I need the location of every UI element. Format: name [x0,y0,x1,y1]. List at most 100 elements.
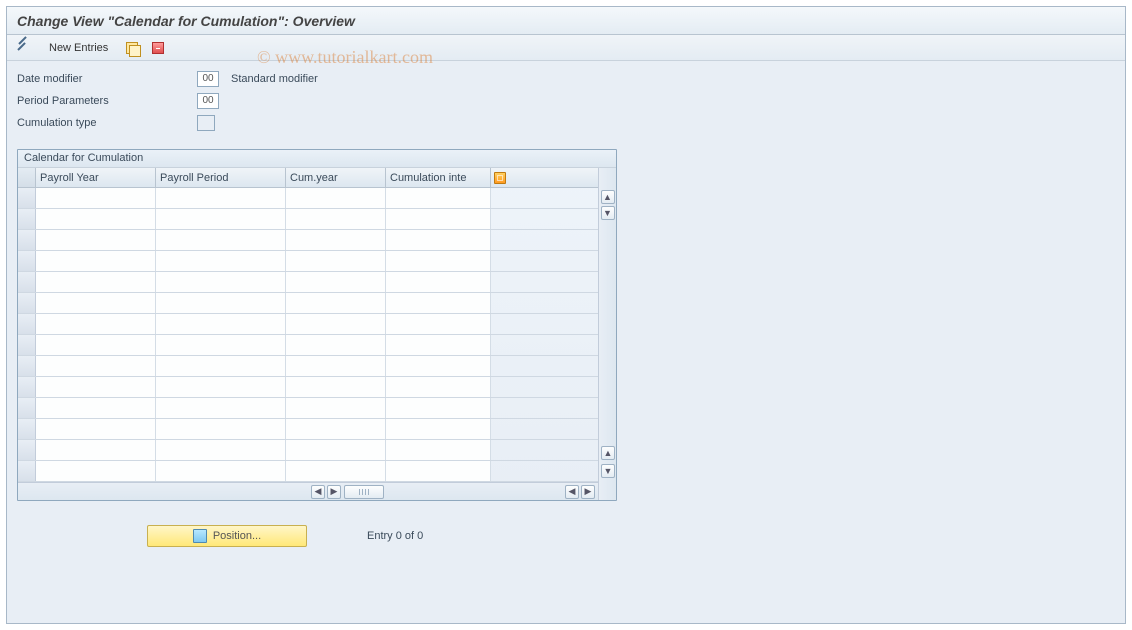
cell[interactable] [386,188,491,208]
cell[interactable] [386,440,491,460]
cell[interactable] [286,209,386,229]
table-row[interactable] [18,293,598,314]
cell[interactable] [286,398,386,418]
row-selector[interactable] [18,251,36,271]
cell[interactable] [36,419,156,439]
table-row[interactable] [18,251,598,272]
position-button[interactable]: Position... [147,525,307,547]
row-selector[interactable] [18,377,36,397]
period-params-field[interactable]: 00 [197,93,219,109]
table-row[interactable] [18,230,598,251]
cell[interactable] [286,335,386,355]
cell[interactable] [286,440,386,460]
table-row[interactable] [18,419,598,440]
cell[interactable] [36,314,156,334]
cell[interactable] [386,251,491,271]
scroll-left-button[interactable]: ◀ [311,485,325,499]
row-selector[interactable] [18,314,36,334]
row-selector[interactable] [18,188,36,208]
cell[interactable] [156,293,286,313]
table-row[interactable] [18,377,598,398]
cell[interactable] [386,377,491,397]
cell[interactable] [36,230,156,250]
row-selector[interactable] [18,398,36,418]
row-selector[interactable] [18,272,36,292]
cell[interactable] [286,251,386,271]
date-modifier-field[interactable]: 00 [197,71,219,87]
cell[interactable] [386,293,491,313]
cell[interactable] [36,188,156,208]
cell[interactable] [286,419,386,439]
table-row[interactable] [18,209,598,230]
scroll-down-end-button[interactable]: ▼ [601,464,615,478]
change-button[interactable] [13,38,35,58]
cell[interactable] [36,398,156,418]
table-row[interactable] [18,461,598,482]
col-payroll-period[interactable]: Payroll Period [156,168,286,187]
cell[interactable] [156,356,286,376]
cell[interactable] [156,440,286,460]
cell[interactable] [36,209,156,229]
row-selector[interactable] [18,209,36,229]
cell[interactable] [386,272,491,292]
table-row[interactable] [18,314,598,335]
cell[interactable] [36,461,156,481]
cell[interactable] [36,377,156,397]
cell[interactable] [386,356,491,376]
select-all-column[interactable] [18,168,36,187]
cell[interactable] [36,251,156,271]
cell[interactable] [156,419,286,439]
table-row[interactable] [18,356,598,377]
cell[interactable] [156,272,286,292]
row-selector[interactable] [18,461,36,481]
cell[interactable] [286,461,386,481]
row-selector[interactable] [18,230,36,250]
table-row[interactable] [18,188,598,209]
cell[interactable] [286,356,386,376]
cell[interactable] [286,377,386,397]
cell[interactable] [156,461,286,481]
cell[interactable] [156,335,286,355]
table-row[interactable] [18,440,598,461]
cell[interactable] [156,188,286,208]
cell[interactable] [286,230,386,250]
delete-button[interactable] [148,38,168,58]
cell[interactable] [156,377,286,397]
cell[interactable] [36,440,156,460]
cell[interactable] [386,209,491,229]
col-payroll-year[interactable]: Payroll Year [36,168,156,187]
row-selector[interactable] [18,356,36,376]
cumulation-type-field[interactable] [197,115,215,131]
new-entries-button[interactable]: New Entries [41,38,116,58]
cell[interactable] [156,209,286,229]
scroll-up-end-button[interactable]: ▲ [601,446,615,460]
scroll-up-button[interactable]: ▲ [601,190,615,204]
col-cum-year[interactable]: Cum.year [286,168,386,187]
table-row[interactable] [18,398,598,419]
table-row[interactable] [18,272,598,293]
cell[interactable] [36,335,156,355]
scroll-left-end-button[interactable]: ◀ [565,485,579,499]
row-selector[interactable] [18,440,36,460]
row-selector[interactable] [18,419,36,439]
cell[interactable] [386,314,491,334]
cell[interactable] [286,293,386,313]
cell[interactable] [36,356,156,376]
table-row[interactable] [18,335,598,356]
cell[interactable] [156,314,286,334]
cell[interactable] [386,230,491,250]
cell[interactable] [286,314,386,334]
cell[interactable] [36,293,156,313]
cell[interactable] [386,419,491,439]
cell[interactable] [386,461,491,481]
scroll-down-button[interactable]: ▼ [601,206,615,220]
copy-button[interactable] [122,38,142,58]
cell[interactable] [36,272,156,292]
cell[interactable] [156,398,286,418]
row-selector[interactable] [18,335,36,355]
col-cumulation-inte[interactable]: Cumulation inte [386,168,491,187]
cell[interactable] [386,398,491,418]
scroll-thumb[interactable] [344,485,384,499]
cell[interactable] [286,272,386,292]
cell[interactable] [156,251,286,271]
